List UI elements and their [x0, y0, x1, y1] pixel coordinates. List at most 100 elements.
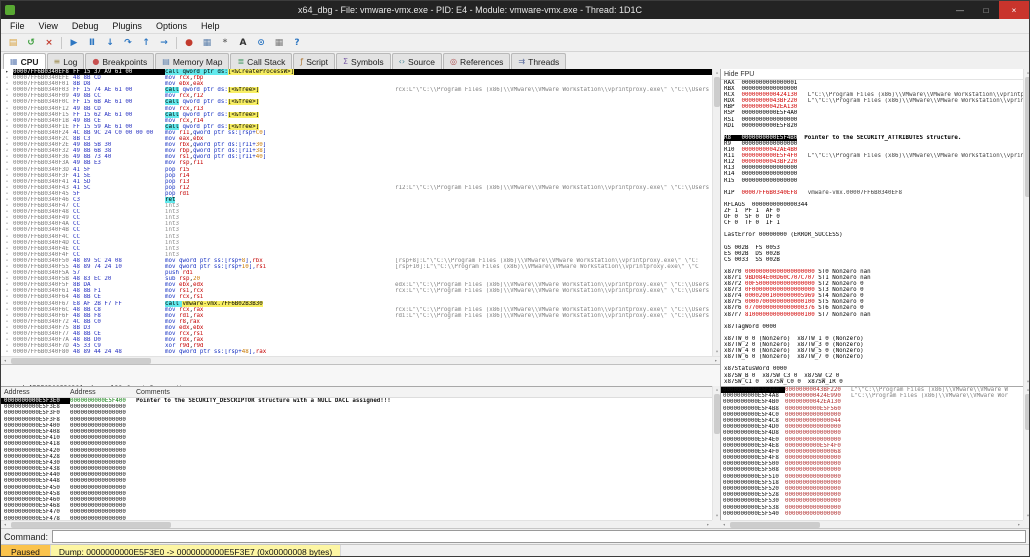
info-pane: qword [7FF6B095B838]=<kernel32.CreatePro…: [1, 364, 720, 386]
register-token: FS: [748, 244, 766, 251]
menu-item-file[interactable]: File: [3, 21, 32, 31]
step-into-button[interactable]: ↓: [101, 35, 119, 51]
menu-item-help[interactable]: Help: [194, 21, 227, 31]
dump-rows: 0000000000E5F3E0 0000000000E5F400 Pointer …: [1, 398, 712, 520]
tab-cpu[interactable]: ▦ CPU: [3, 53, 46, 69]
title-bar[interactable]: x64_dbg - File: vmware-vmx.exe - PID: E4…: [1, 1, 1029, 19]
register-token: x87TagWord: [724, 323, 763, 330]
register-token: R13: [724, 165, 742, 172]
tab-threads[interactable]: ⇉ Threads: [511, 53, 567, 69]
command-input[interactable]: [52, 530, 1026, 543]
step-over-button[interactable]: ↷: [119, 35, 137, 51]
registers-vertical-scrollbar[interactable]: ▴ ▾: [1023, 69, 1029, 386]
close-icon: ×: [1011, 5, 1017, 15]
open-file-button[interactable]: ▤: [4, 35, 22, 51]
tab-log[interactable]: ≡ Log: [46, 53, 85, 69]
menu-item-debug[interactable]: Debug: [65, 21, 106, 31]
scroll-up-icon[interactable]: ▴: [1024, 386, 1029, 394]
token: eax: [192, 81, 204, 88]
register-token: x87TW_0: [724, 335, 752, 342]
token: int3: [165, 239, 179, 246]
minimize-button[interactable]: —: [947, 1, 973, 19]
tab-breakpoints[interactable]: ● Breakpoints: [85, 53, 155, 69]
dump-vertical-scrollbar[interactable]: ▴ ▾: [712, 386, 720, 520]
dump-header: Address Address Comments: [1, 387, 712, 398]
menu-item-plugins[interactable]: Plugins: [105, 21, 149, 31]
disassembly-row[interactable]: • 00007FF6B0340F80 48 89 44 24 48 mov qword…: [1, 349, 712, 356]
register-token: ES: [724, 250, 735, 257]
token: vmware-vmx.7FF6B02B3B30: [182, 300, 263, 307]
memory-button[interactable]: ▦: [198, 35, 216, 51]
help-button[interactable]: ?: [288, 35, 306, 51]
search-button[interactable]: ⊙: [252, 35, 270, 51]
menu-item-view[interactable]: View: [32, 21, 65, 31]
scroll-down-icon[interactable]: ▾: [1024, 378, 1029, 386]
register-token: L"C:\\Program Files (x86)\\VMware\\VMwar…: [807, 92, 1023, 99]
step-out-button[interactable]: ↑: [137, 35, 155, 51]
stack-scrollbar-thumb[interactable]: [1025, 394, 1029, 430]
stack-row[interactable]: 0000000000E5F540 0000000000000000: [721, 511, 1023, 517]
register-token: 00007000000000000100: [744, 299, 815, 306]
registers-scrollbar-thumb[interactable]: [1025, 77, 1029, 197]
scroll-up-icon[interactable]: ▴: [1024, 69, 1029, 77]
tab-call-stack[interactable]: ≣ Call Stack: [230, 53, 293, 69]
breakpoint-dot-icon[interactable]: •: [1, 349, 13, 356]
register-token: 0033: [734, 256, 749, 263]
disassembly-vertical-scrollbar[interactable]: ▴ ▾: [712, 69, 720, 356]
token: qword ptr ds:: [182, 123, 228, 130]
register-token: Pointer to the SECURITY_ATTRIBUTES struc…: [804, 134, 962, 141]
breakpoint-button[interactable]: ●: [180, 35, 198, 51]
dump-column-header-address[interactable]: Address: [70, 389, 136, 396]
register-token: 0000000000000344: [751, 201, 808, 208]
registers-panel[interactable]: Hide FPU RAX 0000000000000001 RBX 0000000…: [720, 69, 1023, 386]
token: mov: [165, 81, 179, 88]
register-token: 0000000000000000: [741, 177, 798, 184]
dump-panel[interactable]: Address Address Comments 0000000000E5F3E0 0…: [1, 386, 712, 520]
scroll-down-icon[interactable]: ▾: [1024, 512, 1029, 520]
stack-panel[interactable]: 0000000000E5F4A0 00000000043BF220 L"\"C:\\…: [720, 386, 1023, 520]
font-button[interactable]: A: [234, 35, 252, 51]
stop-button[interactable]: ×: [40, 35, 58, 51]
tab-symbols[interactable]: Σ Symbols: [335, 53, 391, 69]
tab-script[interactable]: ƒ Script: [293, 53, 335, 69]
token: rax: [192, 337, 204, 344]
maximize-button[interactable]: □: [973, 1, 999, 19]
settings-button[interactable]: *: [216, 35, 234, 51]
token: rdx: [178, 337, 190, 344]
token: mov: [165, 318, 179, 325]
register-token: x87TW_6: [724, 354, 752, 361]
stack-horizontal-scrollbar[interactable]: ◂ ▸: [720, 520, 1023, 528]
status-paused-badge: Paused: [1, 545, 51, 556]
tab-memory-map[interactable]: ▤ Memory Map: [155, 53, 230, 69]
stack-comment: [851, 511, 1023, 517]
token: [<&free>]: [227, 99, 260, 106]
calculator-button[interactable]: ▦: [270, 35, 288, 51]
close-button[interactable]: ×: [999, 1, 1029, 19]
dump-horizontal-scrollbar[interactable]: ◂ ▸: [1, 520, 712, 528]
token: rcx: [178, 306, 190, 313]
register-token: vmware-vmx.00007FF6B0340EF8: [807, 189, 903, 196]
register-token: 0000000000000000: [741, 116, 798, 123]
disassembly-view[interactable]: ▸ 00007FF6B0340EF8 FF 15 37 A9 61 00 call q…: [1, 69, 712, 356]
run-button[interactable]: ▶: [65, 35, 83, 51]
token: rcx: [178, 75, 190, 82]
register-line[interactable]: x87SW_C1 0 x87SW_C0 0 x87SW_IR 0: [721, 379, 1023, 385]
pause-button[interactable]: Ⅱ: [83, 35, 101, 51]
disassembly-horizontal-scrollbar[interactable]: ◂ ▸: [1, 356, 720, 364]
tab-references[interactable]: ◎ References: [442, 53, 511, 69]
dump-column-header-comments[interactable]: Comments: [136, 389, 712, 396]
menu-item-options[interactable]: Options: [149, 21, 194, 31]
stack-vertical-scrollbar[interactable]: ▴ ▾: [1023, 386, 1029, 520]
restart-button[interactable]: ↺: [22, 35, 40, 51]
register-token: 00000000042EA130: [741, 104, 798, 111]
tab-source[interactable]: ‹› Source: [391, 53, 442, 69]
run-to-return-button[interactable]: →: [155, 35, 173, 51]
token: r14: [192, 117, 204, 124]
dump-column-header-address[interactable]: Address: [1, 389, 70, 396]
register-token: DF: [758, 214, 777, 221]
hide-fpu-button[interactable]: Hide FPU: [724, 71, 754, 78]
register-token: R8 0000000000E5F4B0: [724, 134, 798, 141]
register-token: x87r7: [724, 311, 745, 318]
token: call: [165, 99, 179, 106]
register-token: 0: [839, 378, 843, 385]
